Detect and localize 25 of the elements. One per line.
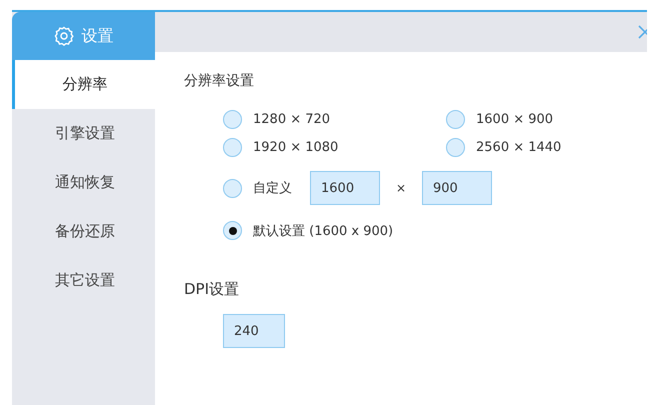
sidebar-item[interactable]: 备份还原 (12, 207, 155, 256)
settings-icon (54, 26, 74, 46)
radio-button[interactable] (446, 110, 465, 129)
option-label: 默认设置 (1600 x 900) (253, 222, 394, 240)
option-label: 1280 × 720 (253, 112, 330, 127)
radio-button[interactable] (223, 221, 242, 240)
radio-button[interactable] (223, 138, 242, 157)
sidebar-item[interactable]: 通知恢复 (12, 158, 155, 207)
width-field[interactable]: 1600 (310, 171, 380, 205)
option-label: 2560 × 1440 (476, 140, 562, 155)
option-label: 1600 × 900 (476, 112, 554, 127)
section-title: DPI设置 (184, 280, 240, 299)
dpi-field[interactable]: 240 (223, 314, 285, 348)
option-label: 1920 × 1080 (253, 140, 338, 155)
radio-button[interactable] (446, 138, 465, 157)
radio-button[interactable] (223, 110, 242, 129)
sidebar-item[interactable]: 分辨率 (12, 60, 155, 109)
sidebar-item[interactable]: 其它设置 (12, 256, 155, 305)
section-title: 分辨率设置 (184, 72, 255, 90)
height-field[interactable]: 900 (422, 171, 492, 205)
sidebar-title: 设置 (82, 26, 114, 46)
option-label: 自定义 (253, 180, 292, 197)
times-sign: × (394, 181, 408, 195)
sidebar-item[interactable]: 引擎设置 (12, 109, 155, 158)
radio-button[interactable] (223, 178, 242, 198)
